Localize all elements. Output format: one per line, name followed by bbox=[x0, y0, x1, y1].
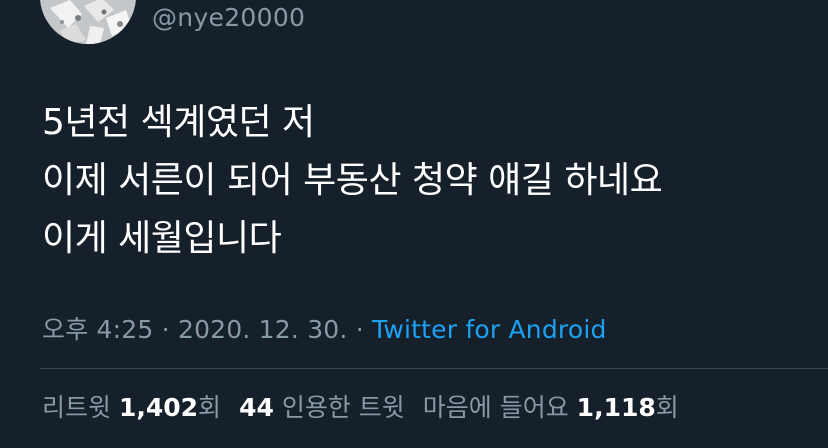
divider bbox=[40, 368, 828, 369]
tweet-line: 이제 서른이 되어 부동산 청약 얘길 하네요 bbox=[42, 160, 663, 201]
likes-label: 마음에 들어요 bbox=[422, 393, 569, 422]
tweet-text: 5년전 섹계였던 저 이제 서른이 되어 부동산 청약 얘길 하네요 이게 세월… bbox=[42, 94, 802, 268]
likes-suffix: 회 bbox=[655, 393, 679, 422]
tweet-meta: 오후 4:25 · 2020. 12. 30. · Twitter for An… bbox=[42, 314, 607, 346]
quotes-count: 44 bbox=[239, 393, 274, 422]
likes-count: 1,118 bbox=[576, 393, 656, 422]
tweet-date[interactable]: 2020. 12. 30. bbox=[178, 315, 348, 344]
quotes-stat[interactable]: 44 인용한 트윗 bbox=[239, 393, 405, 422]
likes-stat[interactable]: 마음에 들어요 1,118회 bbox=[423, 393, 679, 422]
tweet-source-link[interactable]: Twitter for Android bbox=[372, 315, 607, 344]
avatar-image bbox=[40, 0, 136, 44]
tweet-line: 이게 세월입니다 bbox=[42, 218, 282, 259]
retweets-suffix: 회 bbox=[198, 393, 222, 422]
tweet-stats: 리트윗 1,402회 44 인용한 트윗 마음에 들어요 1,118회 bbox=[42, 392, 679, 424]
meta-separator: · bbox=[161, 315, 170, 344]
meta-separator: · bbox=[355, 315, 364, 344]
retweets-label: 리트윗 bbox=[42, 393, 112, 422]
tweet-time[interactable]: 오후 4:25 bbox=[42, 315, 154, 344]
author-handle[interactable]: @nye20000 bbox=[152, 3, 305, 33]
tweet-line: 5년전 섹계였던 저 bbox=[42, 102, 315, 143]
retweets-stat[interactable]: 리트윗 1,402회 bbox=[42, 393, 221, 422]
retweets-count: 1,402 bbox=[118, 393, 199, 422]
quotes-label: 인용한 트윗 bbox=[281, 393, 405, 422]
avatar[interactable] bbox=[40, 0, 136, 44]
